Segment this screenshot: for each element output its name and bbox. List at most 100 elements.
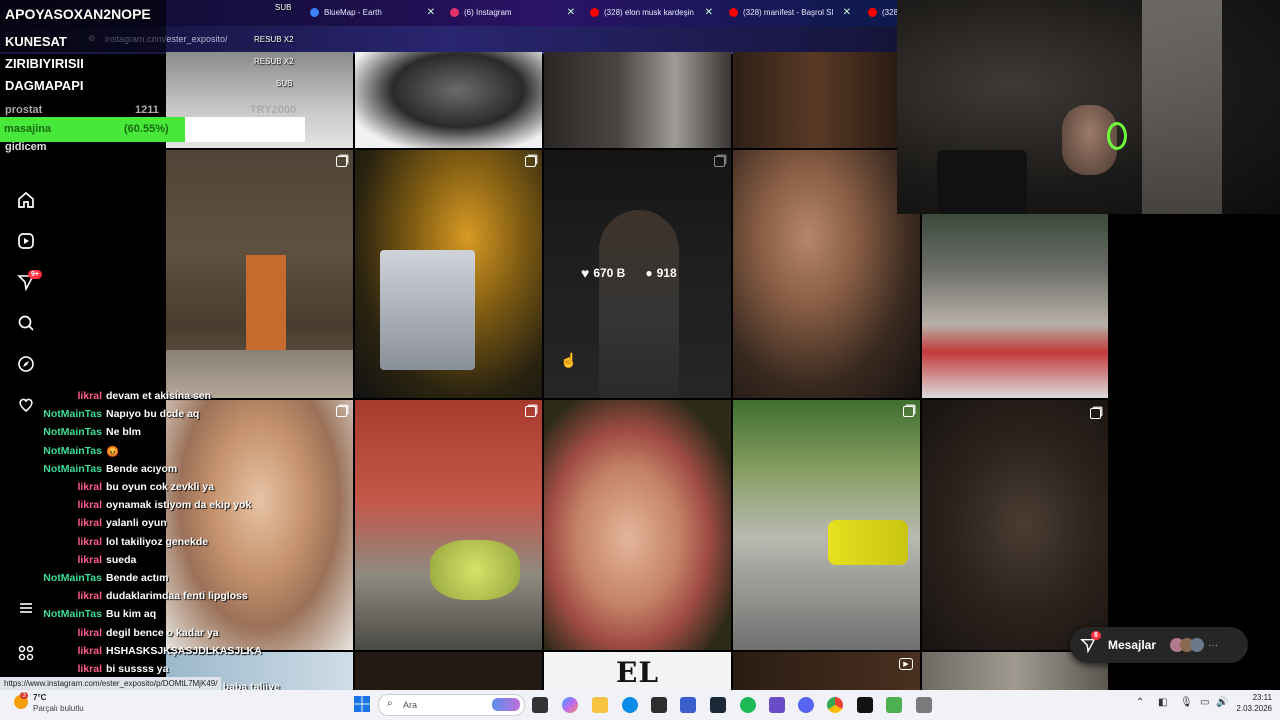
chat-username: likral bbox=[77, 644, 102, 657]
reels-icon[interactable] bbox=[16, 231, 36, 251]
tray-overflow-icon[interactable]: ⌃ bbox=[1136, 697, 1144, 708]
bluemap-favicon-icon bbox=[310, 7, 319, 17]
post-tile[interactable] bbox=[733, 150, 920, 398]
post-tile[interactable] bbox=[544, 400, 731, 650]
apps-grid-icon[interactable] bbox=[16, 643, 36, 663]
avatar bbox=[1190, 638, 1205, 652]
post-tile[interactable] bbox=[922, 214, 1108, 398]
post-tile[interactable] bbox=[355, 150, 542, 398]
window-shape bbox=[1142, 0, 1222, 214]
post-tile[interactable] bbox=[922, 400, 1108, 650]
notification-badge: 9+ bbox=[28, 270, 42, 279]
bus-shape bbox=[380, 250, 475, 370]
task-view-icon[interactable] bbox=[532, 697, 548, 713]
browser-tab[interactable]: (328 bbox=[868, 3, 897, 21]
post-tile[interactable] bbox=[733, 400, 920, 650]
network-icon[interactable]: ▭ bbox=[1200, 697, 1209, 708]
post-tile[interactable] bbox=[355, 400, 542, 650]
heart-icon: ♥ bbox=[581, 265, 590, 281]
menu-icon[interactable] bbox=[16, 598, 36, 618]
chat-username: NotMainTas bbox=[43, 408, 102, 421]
messages-badge: 6 bbox=[1091, 631, 1101, 640]
obs-icon[interactable] bbox=[857, 697, 873, 713]
windows-taskbar bbox=[0, 690, 1280, 720]
post-tile[interactable] bbox=[733, 52, 897, 148]
microphone-icon[interactable]: 🎙 bbox=[1180, 697, 1193, 708]
chat-message: sueda bbox=[106, 553, 137, 566]
donation-label: gidicem bbox=[5, 141, 47, 153]
chat-message: Bende actım bbox=[106, 572, 169, 584]
chat-username: likral bbox=[77, 481, 102, 493]
chat-message: Bende acıyom bbox=[106, 462, 178, 475]
tab-title: (328 bbox=[882, 7, 897, 17]
overlay-row-tag: SUB bbox=[276, 79, 293, 88]
page-right-margin bbox=[1108, 214, 1280, 690]
overlay-row-name: DAGMAPAPI bbox=[5, 78, 84, 93]
carousel-icon bbox=[525, 156, 536, 167]
post-tile[interactable] bbox=[166, 400, 353, 650]
headset-light-shape bbox=[1107, 122, 1127, 150]
steam-icon[interactable] bbox=[710, 697, 726, 713]
chat-message: HSHASKSJKŞASJDLKASJLKA bbox=[106, 644, 262, 657]
instagram-favicon-icon bbox=[450, 7, 459, 17]
chat-username: NotMainTas bbox=[43, 426, 102, 439]
post-tile[interactable] bbox=[355, 652, 542, 690]
post-tile[interactable]: EL TALENTO bbox=[544, 652, 731, 690]
taskbar-search-placeholder: Ara bbox=[403, 700, 418, 710]
person-shape bbox=[599, 210, 679, 398]
clock-time[interactable]: 23:11 bbox=[1226, 693, 1272, 702]
youtube-favicon-icon bbox=[729, 7, 738, 17]
spotify-icon[interactable] bbox=[740, 697, 756, 713]
chat-username: NotMainTas bbox=[43, 444, 102, 457]
chat-username: likral bbox=[77, 499, 102, 512]
teams-icon[interactable] bbox=[769, 697, 785, 713]
minecraft-icon[interactable] bbox=[886, 697, 902, 713]
youtube-favicon-icon bbox=[590, 7, 599, 17]
browser-tab[interactable]: (328) manifest - Başrol Sl ✕ bbox=[729, 3, 851, 21]
chrome-icon[interactable] bbox=[827, 697, 843, 713]
chat-message: yalanli oyun bbox=[106, 517, 167, 530]
edge-browser-icon[interactable] bbox=[622, 697, 638, 713]
carousel-icon bbox=[903, 406, 914, 417]
chat-message: dudaklarimdaa fenti lipgloss bbox=[106, 590, 248, 603]
app-icon[interactable] bbox=[916, 697, 932, 713]
chat-username: likral bbox=[77, 590, 102, 603]
mail-icon[interactable] bbox=[680, 697, 696, 713]
close-tab-icon[interactable]: ✕ bbox=[843, 7, 851, 18]
browser-tab-active[interactable]: (6) Instagram ✕ bbox=[450, 3, 575, 21]
messages-label: Mesajlar bbox=[1108, 638, 1157, 652]
notifications-heart-icon[interactable] bbox=[16, 395, 36, 415]
close-tab-icon[interactable]: ✕ bbox=[427, 7, 435, 18]
post-tile[interactable]: ▶ bbox=[733, 652, 920, 690]
close-tab-icon[interactable]: ✕ bbox=[705, 7, 713, 18]
copilot-icon[interactable] bbox=[562, 697, 578, 713]
chat-username: likral bbox=[77, 663, 102, 675]
browser-tab[interactable]: BlueMap - Earth ✕ bbox=[310, 3, 435, 21]
overlay-row-name: ZIRIBIYIRISII bbox=[5, 56, 84, 71]
tray-app-icon[interactable]: ◧ bbox=[1158, 697, 1167, 708]
post-tile[interactable] bbox=[166, 150, 353, 398]
clock-date[interactable]: 2.03.2026 bbox=[1226, 704, 1272, 713]
close-tab-icon[interactable]: ✕ bbox=[567, 7, 575, 18]
search-icon[interactable] bbox=[16, 313, 36, 333]
file-explorer-icon[interactable] bbox=[592, 697, 608, 713]
start-windows-icon[interactable] bbox=[354, 696, 370, 712]
store-icon[interactable] bbox=[651, 697, 667, 713]
post-tile[interactable] bbox=[355, 52, 542, 148]
explore-icon[interactable] bbox=[16, 354, 36, 374]
tab-title: (328) elon musk kardeşin bbox=[604, 7, 694, 17]
chat-message: 😡 bbox=[106, 445, 120, 458]
taskbar-search-box[interactable]: ⌕ Ara bbox=[378, 694, 525, 716]
reel-icon: ▶ bbox=[899, 658, 913, 670]
chat-message: Ne blm bbox=[106, 426, 142, 439]
orange-panel-shape bbox=[246, 255, 286, 350]
chat-message: bi sussss ya bbox=[106, 663, 169, 675]
browser-tab[interactable]: (328) elon musk kardeşin ✕ bbox=[590, 3, 713, 21]
chat-username: likral bbox=[77, 390, 102, 402]
post-tile[interactable] bbox=[544, 52, 731, 148]
donation-percent: (60.55%) bbox=[124, 123, 169, 135]
donation-label: masajina bbox=[4, 123, 52, 135]
discord-icon[interactable] bbox=[798, 697, 814, 713]
messages-button[interactable]: 6 Mesajlar ··· bbox=[1070, 627, 1248, 663]
home-icon[interactable] bbox=[16, 190, 36, 210]
